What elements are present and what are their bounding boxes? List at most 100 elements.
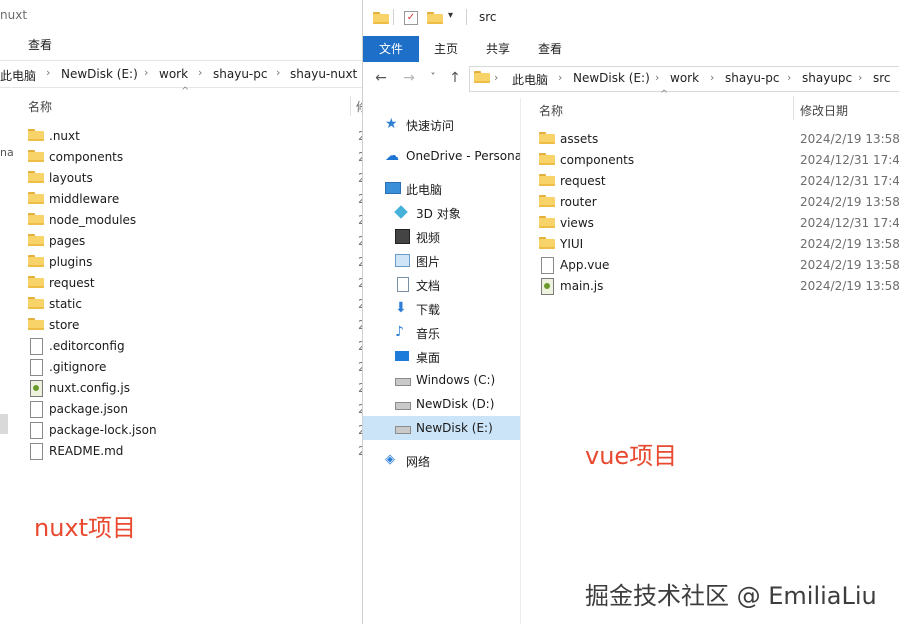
column-name-header[interactable]: 名称 <box>539 102 563 119</box>
tab-home[interactable]: 主页 <box>421 36 471 62</box>
chevron-right-icon[interactable]: › <box>494 71 498 84</box>
nav-item[interactable]: ◈ 网络 <box>363 448 520 472</box>
tab-file[interactable]: 文件 <box>363 36 419 62</box>
list-item[interactable]: router 2024/2/19 13:58 <box>539 192 899 213</box>
list-item[interactable]: views 2024/12/31 17:49 <box>539 213 899 234</box>
folder-icon <box>539 132 555 146</box>
chevron-right-icon: › <box>276 66 281 79</box>
nav-item[interactable]: 文档 <box>363 272 520 296</box>
tab-view[interactable]: 查看 <box>525 36 575 62</box>
column-header: 名称 ^ 修改日期 <box>521 89 899 122</box>
nav-item[interactable]: 桌面 <box>363 344 520 368</box>
list-item[interactable]: package.json 2 <box>28 399 362 420</box>
list-item[interactable]: layouts 2 <box>28 168 362 189</box>
tab-view[interactable]: 查看 <box>28 36 52 53</box>
list-item[interactable]: node_modules 2 <box>28 210 362 231</box>
nav-item[interactable]: ⬇ 下载 <box>363 296 520 320</box>
breadcrumb-work[interactable]: work <box>159 67 188 81</box>
list-item[interactable]: nuxt.config.js 2 <box>28 378 362 399</box>
list-item[interactable]: README.md 2 <box>28 441 362 462</box>
address-bar[interactable]: › 此电脑 › NewDisk (E:) › work › shayu-pc ›… <box>469 66 899 92</box>
list-item[interactable]: assets 2024/2/19 13:58 <box>539 129 899 150</box>
item-name: pages <box>49 234 86 248</box>
list-item[interactable]: request 2 <box>28 273 362 294</box>
item-name: .editorconfig <box>49 339 125 353</box>
breadcrumb-shayu-pc[interactable]: shayu-pc <box>725 71 779 85</box>
item-date: 2024/2/19 13:58 <box>800 195 899 209</box>
item-name: request <box>560 174 606 188</box>
nav-item[interactable]: 图片 <box>363 248 520 272</box>
folder-icon <box>539 195 555 209</box>
folder-icon <box>28 213 44 227</box>
item-name: plugins <box>49 255 93 269</box>
back-arrow-icon[interactable]: ← <box>371 68 391 88</box>
list-item[interactable]: store 2 <box>28 315 362 336</box>
list-item[interactable]: middleware 2 <box>28 189 362 210</box>
breadcrumb-this-pc[interactable]: 此电脑 <box>0 67 36 84</box>
item-name: middleware <box>49 192 120 206</box>
file-icon <box>28 401 44 418</box>
column-divider[interactable] <box>793 96 794 120</box>
forward-arrow-icon[interactable]: → <box>399 68 419 88</box>
list-item[interactable]: pages 2 <box>28 231 362 252</box>
item-name: YIUI <box>560 237 584 251</box>
nav-item[interactable]: NewDisk (E:) <box>363 416 520 440</box>
breadcrumb-src[interactable]: src <box>873 71 891 85</box>
address-bar[interactable]: 此电脑 › NewDisk (E:) › work › shayu-pc › s… <box>0 60 362 88</box>
nav-item[interactable]: 3D 对象 <box>363 200 520 224</box>
list-item[interactable]: App.vue 2024/2/19 13:58 <box>539 255 899 276</box>
list-item[interactable]: static 2 <box>28 294 362 315</box>
breadcrumb-shayu-pc[interactable]: shayu-pc <box>213 67 267 81</box>
list-item[interactable]: plugins 2 <box>28 252 362 273</box>
nav-item[interactable]: ★ 快速访问 <box>363 112 520 136</box>
breadcrumb-this-pc[interactable]: 此电脑 <box>512 71 548 88</box>
right-explorer-window: ✓ ▾ src 文件 主页 共享 查看 ← → ˅ ↑ › 此电脑 › NewD… <box>362 0 899 624</box>
column-name-header[interactable]: 名称 <box>28 98 52 115</box>
list-item[interactable]: .nuxt 2 <box>28 126 362 147</box>
properties-icon[interactable]: ✓ <box>404 11 418 25</box>
list-item[interactable]: YIUI 2024/2/19 13:58 <box>539 234 899 255</box>
nav-item[interactable]: 此电脑 <box>363 176 520 200</box>
item-name: .gitignore <box>49 360 107 374</box>
nav-item-label: NewDisk (E:) <box>416 421 493 435</box>
list-item[interactable]: .editorconfig 2 <box>28 336 362 357</box>
download-icon: ⬇ <box>395 300 407 316</box>
js-file-icon <box>539 278 555 295</box>
list-item[interactable]: main.js 2024/2/19 13:58 <box>539 276 899 297</box>
recent-locations-icon[interactable]: ˅ <box>423 68 443 88</box>
nav-item[interactable]: Windows (C:) <box>363 368 520 392</box>
nav-item[interactable]: ☁ OneDrive - Persona <box>363 144 522 168</box>
nav-pane-edge: na <box>0 118 14 624</box>
nav-item[interactable]: 视频 <box>363 224 520 248</box>
column-divider[interactable] <box>350 96 351 116</box>
folder-icon <box>28 129 44 143</box>
customize-dropdown-icon[interactable]: ▾ <box>448 10 453 21</box>
column-header: 名称 ^ 修 <box>0 86 362 118</box>
chevron-right-icon[interactable]: › <box>558 71 562 84</box>
item-name: views <box>560 216 594 230</box>
nav-item[interactable]: NewDisk (D:) <box>363 392 520 416</box>
chevron-right-icon[interactable]: › <box>710 71 714 84</box>
sort-ascending-icon: ^ <box>660 89 669 100</box>
chevron-right-icon[interactable]: › <box>858 71 862 84</box>
nav-item-label: 3D 对象 <box>416 207 461 221</box>
list-item[interactable]: request 2024/12/31 17:49 <box>539 171 899 192</box>
desktop-icon <box>395 348 411 364</box>
list-item[interactable]: .gitignore 2 <box>28 357 362 378</box>
list-item[interactable]: components 2 <box>28 147 362 168</box>
list-item[interactable]: package-lock.json 2 <box>28 420 362 441</box>
pane-splitter[interactable] <box>520 98 521 624</box>
list-item[interactable]: components 2024/12/31 17:49 <box>539 150 899 171</box>
chevron-right-icon[interactable]: › <box>787 71 791 84</box>
item-name: store <box>49 318 80 332</box>
breadcrumb-shayupc[interactable]: shayupc <box>802 71 852 85</box>
breadcrumb-drive[interactable]: NewDisk (E:) <box>573 71 650 85</box>
breadcrumb-work[interactable]: work <box>670 71 699 85</box>
nav-item[interactable]: ♪ 音乐 <box>363 320 520 344</box>
column-date-header[interactable]: 修改日期 <box>800 102 848 119</box>
up-arrow-icon[interactable]: ↑ <box>445 68 465 88</box>
tab-share[interactable]: 共享 <box>473 36 523 62</box>
breadcrumb-shayu-nuxt[interactable]: shayu-nuxt <box>290 67 357 81</box>
breadcrumb-drive[interactable]: NewDisk (E:) <box>61 67 138 81</box>
chevron-right-icon[interactable]: › <box>655 71 659 84</box>
